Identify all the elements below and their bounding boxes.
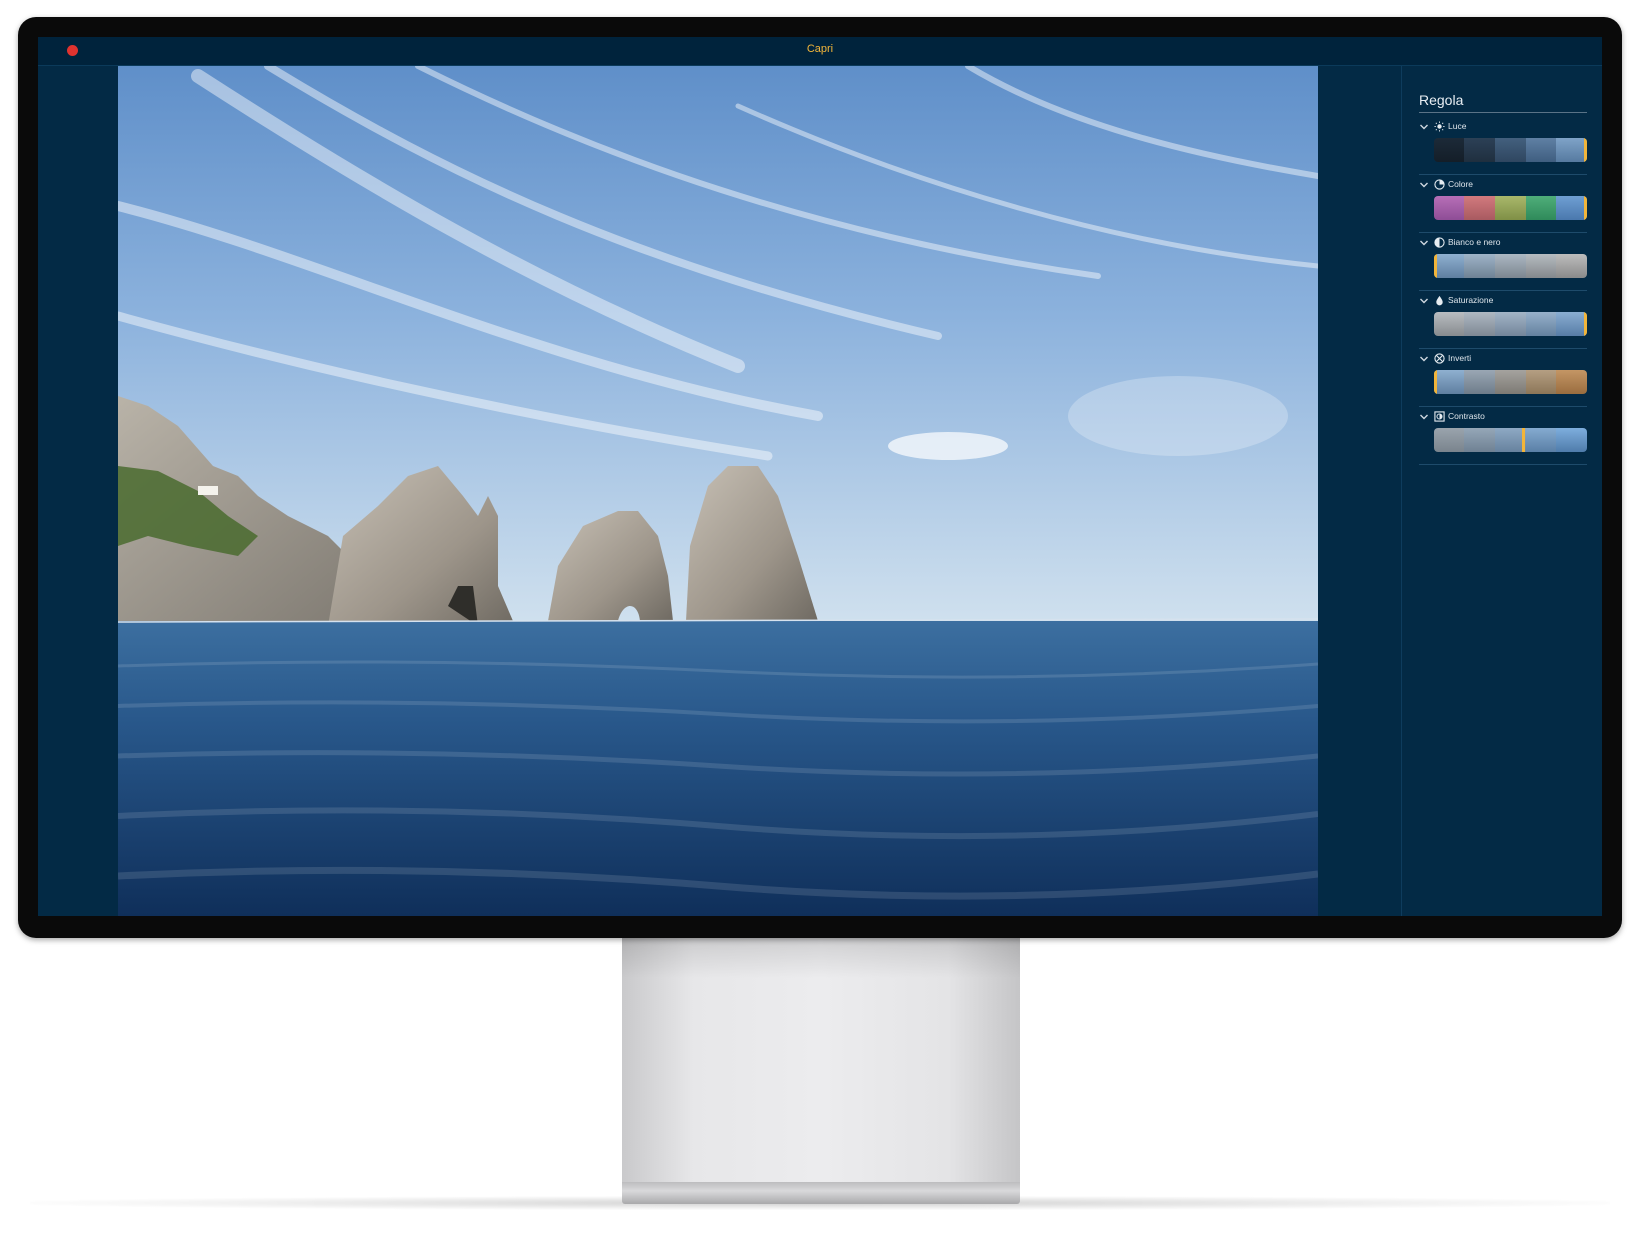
section-inverti: Inverti — [1419, 348, 1587, 407]
section-bianco-e-nero: Bianco e nero — [1419, 232, 1587, 291]
preset-thumb[interactable] — [1556, 428, 1587, 452]
color-wheel-icon — [1434, 179, 1445, 190]
chevron-down-icon — [1420, 298, 1428, 304]
section-header-colore[interactable]: Colore — [1419, 179, 1587, 193]
half-circle-icon — [1434, 237, 1445, 248]
preset-thumb[interactable] — [1434, 254, 1465, 278]
section-label: Contrasto — [1448, 411, 1485, 421]
preset-thumb[interactable] — [1526, 138, 1557, 162]
sun-icon — [1434, 121, 1445, 132]
preset-thumb[interactable] — [1464, 196, 1495, 220]
panel-title: Regola — [1419, 92, 1587, 113]
preset-thumb[interactable] — [1495, 254, 1526, 278]
preset-thumb[interactable] — [1434, 196, 1465, 220]
section-header-luce[interactable]: Luce — [1419, 121, 1587, 135]
slider-marker[interactable] — [1522, 428, 1525, 452]
section-header-bianco-e-nero[interactable]: Bianco e nero — [1419, 237, 1587, 251]
preset-thumb[interactable] — [1434, 370, 1465, 394]
section-label: Inverti — [1448, 353, 1472, 363]
preset-strip-saturazione[interactable] — [1434, 312, 1587, 336]
window-title: Capri — [806, 43, 834, 55]
monitor-bezel: Capri Regola Luce Colore Bianco e nero S… — [18, 17, 1622, 938]
preset-thumb[interactable] — [1464, 312, 1495, 336]
app-window: Capri Regola Luce Colore Bianco e nero S… — [38, 37, 1602, 916]
preset-thumb[interactable] — [1495, 312, 1526, 336]
slider-marker[interactable] — [1584, 312, 1587, 336]
section-label: Bianco e nero — [1448, 237, 1501, 247]
preset-thumb[interactable] — [1556, 312, 1587, 336]
adjust-panel: Regola Luce Colore Bianco e nero Saturaz… — [1401, 66, 1602, 916]
preset-thumb[interactable] — [1495, 370, 1526, 394]
slider-marker[interactable] — [1434, 254, 1437, 278]
chevron-down-icon — [1420, 240, 1428, 246]
section-label: Saturazione — [1448, 295, 1494, 305]
section-header-saturazione[interactable]: Saturazione — [1419, 295, 1587, 309]
chevron-down-icon — [1420, 124, 1428, 130]
section-saturazione: Saturazione — [1419, 290, 1587, 349]
preset-thumb[interactable] — [1464, 254, 1495, 278]
section-header-contrasto[interactable]: Contrasto — [1419, 411, 1587, 425]
preset-strip-inverti[interactable] — [1434, 370, 1587, 394]
preset-strip-bianco-e-nero[interactable] — [1434, 254, 1587, 278]
contrast-square-icon — [1434, 411, 1445, 422]
preset-thumb[interactable] — [1464, 370, 1495, 394]
preset-thumb[interactable] — [1434, 312, 1465, 336]
title-bar: Capri — [38, 37, 1602, 66]
section-contrasto: Contrasto — [1419, 406, 1587, 465]
preset-thumb[interactable] — [1434, 138, 1465, 162]
preset-thumb[interactable] — [1556, 196, 1587, 220]
preset-thumb[interactable] — [1556, 254, 1587, 278]
preset-thumb[interactable] — [1495, 196, 1526, 220]
preset-thumb[interactable] — [1526, 370, 1557, 394]
preset-thumb[interactable] — [1526, 312, 1557, 336]
preset-thumb[interactable] — [1526, 428, 1557, 452]
section-label: Luce — [1448, 121, 1467, 131]
slider-marker[interactable] — [1584, 138, 1587, 162]
chevron-down-icon — [1420, 182, 1428, 188]
preset-thumb[interactable] — [1526, 196, 1557, 220]
preset-strip-contrasto[interactable] — [1434, 428, 1587, 452]
section-colore: Colore — [1419, 174, 1587, 233]
preset-thumb[interactable] — [1495, 138, 1526, 162]
preset-thumb[interactable] — [1464, 428, 1495, 452]
chevron-down-icon — [1420, 414, 1428, 420]
photo-canvas[interactable] — [118, 66, 1318, 916]
preset-strip-colore[interactable] — [1434, 196, 1587, 220]
slider-marker[interactable] — [1434, 370, 1437, 394]
stand-shadow — [622, 938, 1020, 978]
preset-thumb[interactable] — [1556, 370, 1587, 394]
chevron-down-icon — [1420, 356, 1428, 362]
preset-strip-luce[interactable] — [1434, 138, 1587, 162]
drop-icon — [1436, 295, 1443, 306]
section-header-inverti[interactable]: Inverti — [1419, 353, 1587, 367]
monitor-stand-foot — [622, 1182, 1020, 1204]
preset-thumb[interactable] — [1556, 138, 1587, 162]
invert-icon — [1434, 353, 1445, 364]
section-label: Colore — [1448, 179, 1474, 189]
section-luce: Luce — [1419, 116, 1587, 175]
preset-thumb[interactable] — [1434, 428, 1465, 452]
preset-thumb[interactable] — [1526, 254, 1557, 278]
slider-marker[interactable] — [1584, 196, 1587, 220]
preset-thumb[interactable] — [1464, 138, 1495, 162]
